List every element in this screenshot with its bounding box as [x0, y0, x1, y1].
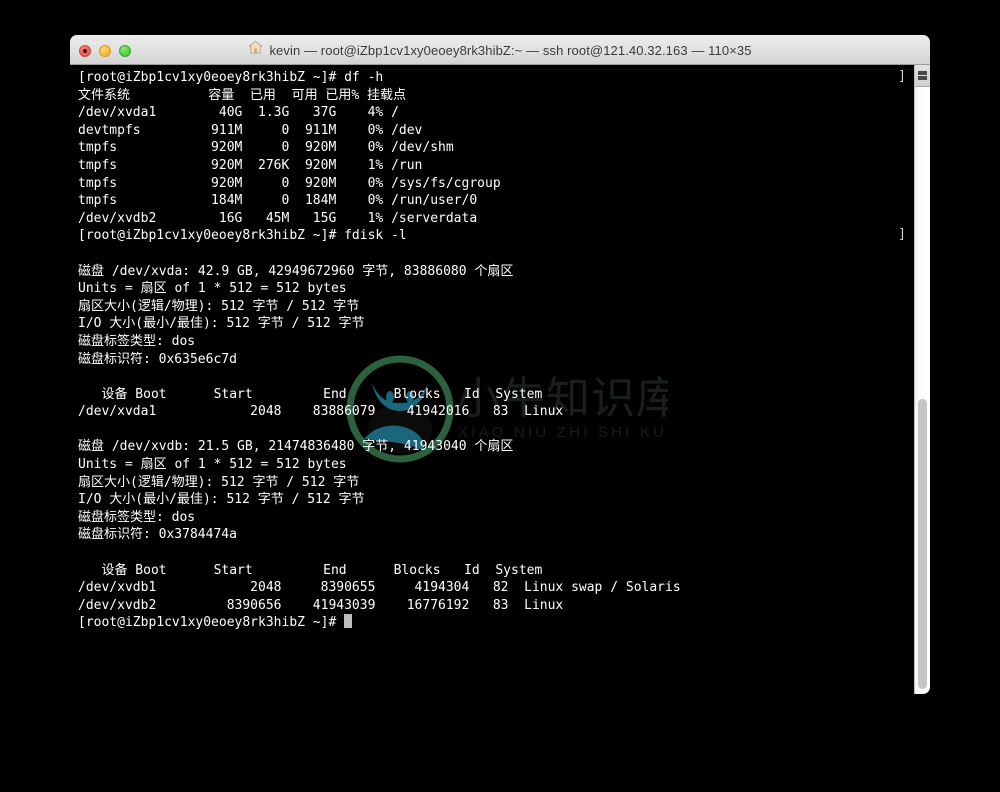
terminal-line: tmpfs 920M 276K 920M 1% /run — [78, 157, 423, 173]
terminal-line: [root@iZbp1cv1xy0eoey8rk3hibZ ~]# df -h — [78, 70, 384, 85]
scroll-split-button[interactable] — [915, 65, 930, 87]
terminal-line: /dev/xvdb2 16G 45M 15G 1% /serverdata — [78, 210, 478, 226]
wrap-marker: ] — [898, 227, 906, 242]
terminal-line: 设备 Boot Start End Blocks Id System — [78, 562, 543, 578]
close-button[interactable] — [79, 44, 91, 57]
terminal-line: /dev/xvdb2 8390656 41943039 16776192 83 … — [78, 597, 564, 613]
terminal-line: tmpfs 184M 0 184M 0% /run/user/0 — [78, 193, 478, 209]
split-pane-icon — [918, 71, 927, 80]
terminal-line: tmpfs 920M 0 920M 0% /sys/fs/cgroup — [78, 175, 501, 191]
terminal-cursor — [344, 614, 353, 629]
window-titlebar[interactable]: kevin — root@iZbp1cv1xy0eoey8rk3hibZ:~ —… — [70, 35, 930, 65]
terminal-line: /dev/xvda1 2048 83886079 41942016 83 Lin… — [78, 404, 564, 420]
terminal-prompt: [root@iZbp1cv1xy0eoey8rk3hibZ ~]# — [78, 615, 345, 631]
terminal-line: Units = 扇区 of 1 * 512 = 512 bytes — [78, 457, 347, 473]
terminal-line: 设备 Boot Start End Blocks Id System — [78, 386, 543, 402]
wrap-marker: ] — [898, 69, 906, 84]
window-title: kevin — root@iZbp1cv1xy0eoey8rk3hibZ:~ —… — [269, 42, 752, 58]
terminal-line: 扇区大小(逻辑/物理): 512 字节 / 512 字节 — [78, 474, 360, 490]
home-icon — [248, 40, 263, 60]
maximize-button[interactable] — [119, 44, 131, 57]
terminal-line: /dev/xvdb1 2048 8390655 4194304 82 Linux… — [78, 580, 681, 596]
terminal-line: 磁盘 /dev/xvda: 42.9 GB, 42949672960 字节, 8… — [78, 263, 514, 279]
window-title-group: kevin — root@iZbp1cv1xy0eoey8rk3hibZ:~ —… — [248, 40, 751, 60]
terminal-window: kevin — root@iZbp1cv1xy0eoey8rk3hibZ:~ —… — [70, 35, 930, 694]
terminal-line: I/O 大小(最小/最佳): 512 字节 / 512 字节 — [78, 316, 365, 332]
terminal-line: [root@iZbp1cv1xy0eoey8rk3hibZ ~]# fdisk … — [78, 228, 407, 244]
vertical-scrollbar[interactable] — [914, 65, 930, 694]
traffic-lights — [79, 36, 131, 65]
terminal-line: 磁盘标识符: 0x635e6c7d — [78, 351, 237, 367]
terminal-line: tmpfs 920M 0 920M 0% /dev/shm — [78, 140, 454, 156]
terminal-body[interactable]: 小牛知识库 XIAO NIU ZHI SHI KU [root@iZbp1cv1… — [70, 65, 930, 694]
terminal-line: 文件系统 容量 已用 可用 已用% 挂载点 — [78, 87, 407, 103]
minimize-button[interactable] — [99, 44, 111, 57]
terminal-line: 扇区大小(逻辑/物理): 512 字节 / 512 字节 — [78, 298, 360, 314]
terminal-line: 磁盘标识符: 0x3784474a — [78, 527, 237, 543]
terminal-line: 磁盘标签类型: dos — [78, 333, 196, 349]
screen: kevin — root@iZbp1cv1xy0eoey8rk3hibZ:~ —… — [0, 0, 1000, 792]
terminal-line: 磁盘标签类型: dos — [78, 509, 196, 525]
terminal-output: [root@iZbp1cv1xy0eoey8rk3hibZ ~]# df -h 文… — [78, 69, 904, 632]
terminal-line: /dev/xvda1 40G 1.3G 37G 4% / — [78, 105, 399, 121]
terminal-line: 磁盘 /dev/xvdb: 21.5 GB, 21474836480 字节, 4… — [78, 439, 514, 455]
terminal-prompt-line: [root@iZbp1cv1xy0eoey8rk3hibZ ~]# — [78, 614, 904, 632]
terminal-line: I/O 大小(最小/最佳): 512 字节 / 512 字节 — [78, 492, 365, 508]
scroll-thumb[interactable] — [918, 399, 927, 689]
terminal-line: devtmpfs 911M 0 911M 0% /dev — [78, 122, 423, 138]
terminal-line: Units = 扇区 of 1 * 512 = 512 bytes — [78, 281, 347, 297]
